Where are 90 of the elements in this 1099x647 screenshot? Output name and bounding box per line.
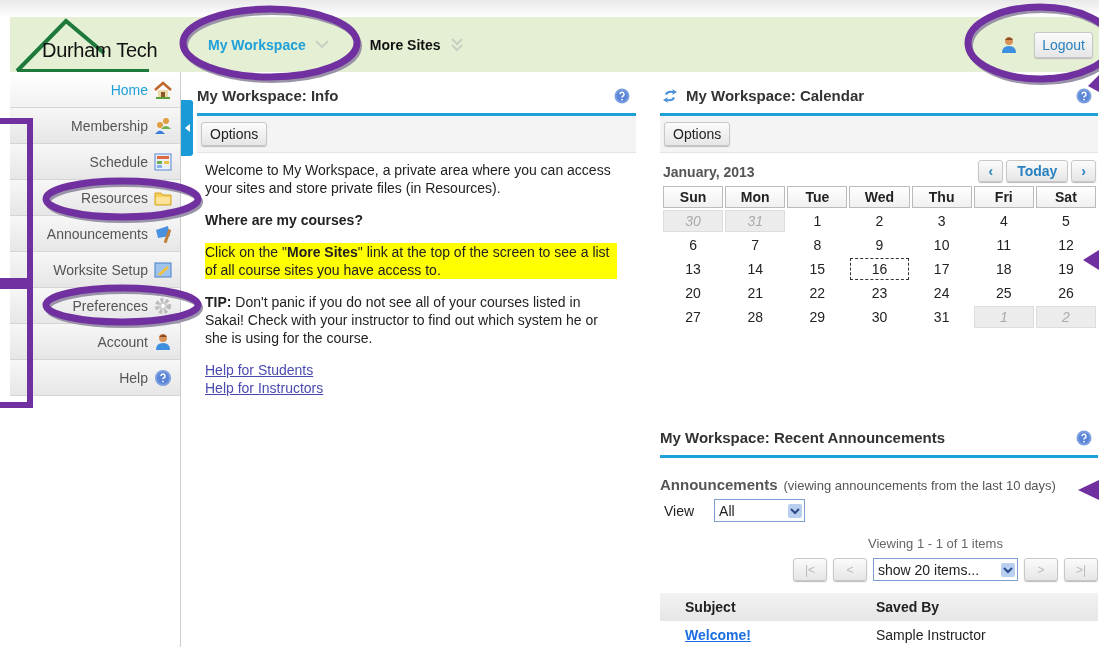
caret-icon: [448, 37, 465, 52]
day-cell[interactable]: 3: [932, 210, 951, 232]
options-button[interactable]: Options: [201, 122, 268, 146]
day-cell[interactable]: 21: [742, 282, 768, 304]
day-cell[interactable]: 28: [742, 306, 768, 328]
highlighted-paragraph: Click on the "More Sites" link at the top of the screen to see a list of all course sites you have access to.: [205, 243, 617, 279]
options-button[interactable]: Options: [664, 122, 731, 146]
paragraph: Welcome to My Workspace, a private area where you can access your sites and store private files (in Resources).: [205, 161, 612, 197]
weekday-header: Sun: [663, 186, 724, 208]
day-cell[interactable]: 14: [742, 258, 768, 280]
sidebar-item[interactable]: Membership: [10, 108, 180, 144]
weekday-header: Sat: [1035, 186, 1096, 208]
day-cell[interactable]: 29: [804, 306, 831, 328]
weekday-header: Mon: [725, 186, 786, 208]
page-size-dropdown[interactable]: show 20 items...: [873, 558, 1018, 581]
day-cell[interactable]: 11: [991, 234, 1017, 256]
user-icon: [1001, 35, 1018, 54]
day-cell[interactable]: 7: [746, 234, 765, 256]
weekday-header: Fri: [973, 186, 1034, 208]
day-cell[interactable]: 20: [680, 282, 706, 304]
view-dropdown[interactable]: All: [714, 499, 806, 522]
day-cell[interactable]: 17: [928, 258, 955, 280]
day-cell[interactable]: 9: [870, 234, 889, 256]
logo-text: Durham Tech: [42, 39, 158, 62]
day-cell[interactable]: 4: [994, 210, 1013, 232]
pencil-window-icon: [154, 260, 172, 279]
gear-icon: [154, 296, 172, 315]
previous-button[interactable]: ‹: [978, 160, 1004, 182]
triangle-icon: [184, 124, 190, 132]
day-cell[interactable]: 8: [808, 234, 827, 256]
help-link[interactable]: Help for Instructors: [205, 379, 324, 397]
day-cell[interactable]: 24: [928, 282, 955, 304]
paragraph: TIP: Don't panic if you do not see all of your courses listed in Sakai! Check with your instructor to find out which system he or she is using for the course.: [205, 293, 599, 347]
section-heading: Announcements: [660, 476, 778, 493]
user-icon: [154, 332, 172, 351]
weekday-header: Wed: [849, 186, 910, 208]
item-count: Viewing 1 - 1 of 1 items: [868, 536, 1004, 551]
sidebar-item[interactable]: Help: [10, 360, 180, 396]
refresh-icon: [662, 87, 678, 104]
next-button[interactable]: ›: [1071, 160, 1096, 182]
day-cell[interactable]: 15: [804, 258, 831, 280]
sidebar-item[interactable]: Worksite Setup: [10, 252, 180, 288]
day-cell[interactable]: 30: [866, 306, 893, 328]
panel-title: My Workspace: Info: [197, 87, 339, 104]
day-cell[interactable]: 10: [928, 234, 955, 256]
annotation-arrow: [1083, 250, 1099, 270]
flag-icon: [154, 224, 172, 243]
help-icon: [1076, 87, 1092, 104]
weekday-header: Thu: [911, 186, 972, 208]
panel-title: My Workspace: Recent Announcements: [660, 429, 946, 446]
help-icon: [154, 368, 172, 387]
day-cell[interactable]: 25: [991, 282, 1017, 304]
home-icon: [154, 80, 172, 99]
day-cell[interactable]: 16: [850, 258, 909, 280]
day-cell[interactable]: 12: [1053, 234, 1079, 256]
panel-title: My Workspace: Calendar: [686, 87, 865, 104]
day-cell[interactable]: 1: [808, 210, 827, 232]
today-button[interactable]: Today: [1006, 160, 1069, 182]
sidebar-item[interactable]: Account: [10, 324, 180, 360]
column-header: Saved By: [875, 599, 941, 615]
day-cell[interactable]: 19: [1053, 258, 1079, 280]
day-cell[interactable]: 26: [1053, 282, 1079, 304]
day-cell[interactable]: 5: [1057, 210, 1075, 232]
help-link[interactable]: Help for Students: [205, 361, 314, 379]
people-icon: [154, 116, 172, 135]
section-heading: Where are my courses?: [205, 211, 364, 229]
sidebar-item[interactable]: Schedule: [10, 144, 180, 180]
logout-button[interactable]: Logout: [1034, 31, 1093, 58]
annotation-arrow: [1088, 75, 1099, 92]
day-cell[interactable]: 22: [804, 282, 831, 304]
day-cell[interactable]: 27: [680, 306, 706, 328]
day-cell[interactable]: 13: [680, 258, 706, 280]
column-header: Subject: [684, 599, 737, 615]
day-cell[interactable]: 18: [991, 258, 1017, 280]
table-cell-text: Sample Instructor: [875, 627, 987, 643]
site-tab[interactable]: More Sites: [369, 36, 465, 53]
day-cell[interactable]: 31: [928, 306, 955, 328]
calendar-icon: [154, 152, 172, 171]
weekday-header: Tue: [787, 186, 848, 208]
view-label: View: [664, 502, 695, 519]
collapse-tab[interactable]: [181, 100, 193, 156]
filter-note: (viewing announcements from the last 10 days): [783, 478, 1056, 493]
month-label: January, 2013: [663, 164, 755, 180]
help-icon: [614, 87, 630, 104]
subject-link[interactable]: Welcome!: [660, 627, 851, 643]
day-cell[interactable]: 23: [866, 282, 893, 304]
annotation-arrow: [1078, 480, 1099, 500]
help-icon: [1076, 429, 1092, 446]
day-cell[interactable]: 2: [870, 210, 889, 232]
day-cell[interactable]: 6: [684, 234, 702, 256]
